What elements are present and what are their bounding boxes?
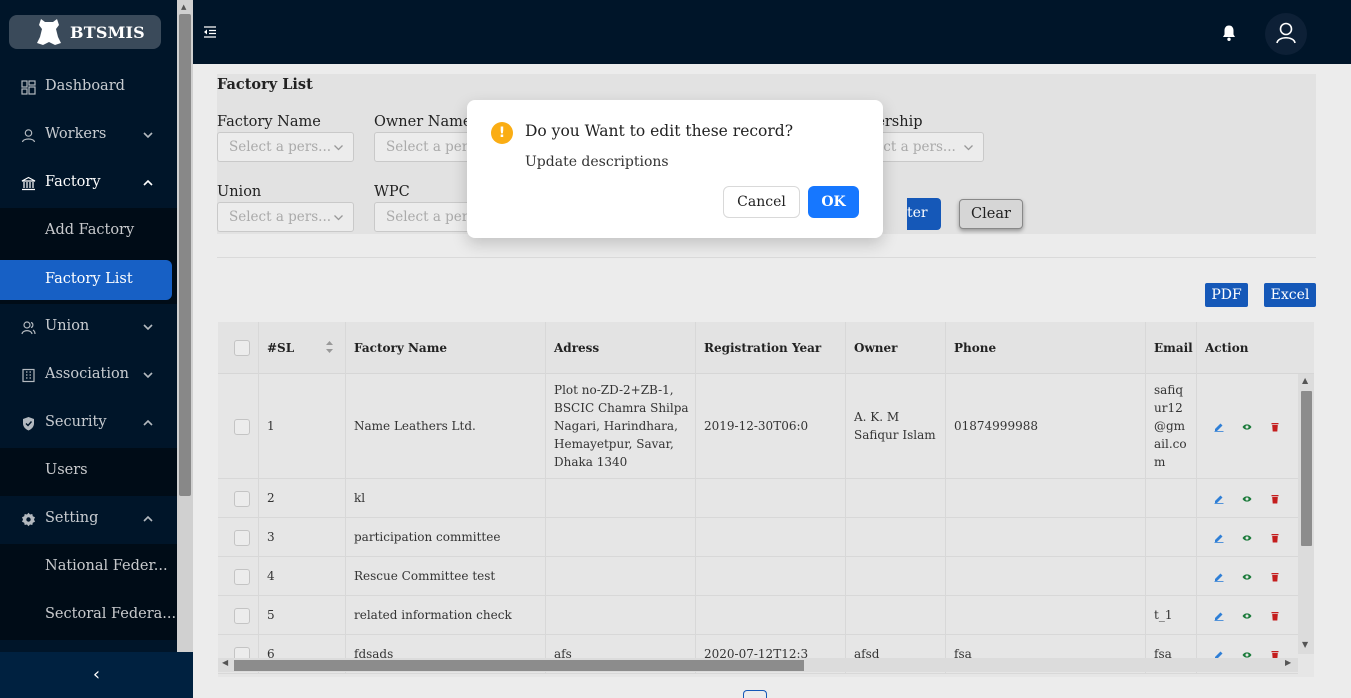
ok-button-label: OK (821, 194, 846, 210)
cancel-button[interactable]: Cancel (723, 186, 800, 218)
cancel-button-label: Cancel (737, 194, 786, 210)
confirm-edit-modal: ! Do you Want to edit these record? Upda… (467, 100, 883, 238)
modal-description: Update descriptions (525, 154, 669, 170)
ok-button[interactable]: OK (808, 186, 859, 218)
modal-title: Do you Want to edit these record? (525, 122, 794, 140)
exclamation-icon: ! (491, 122, 513, 144)
